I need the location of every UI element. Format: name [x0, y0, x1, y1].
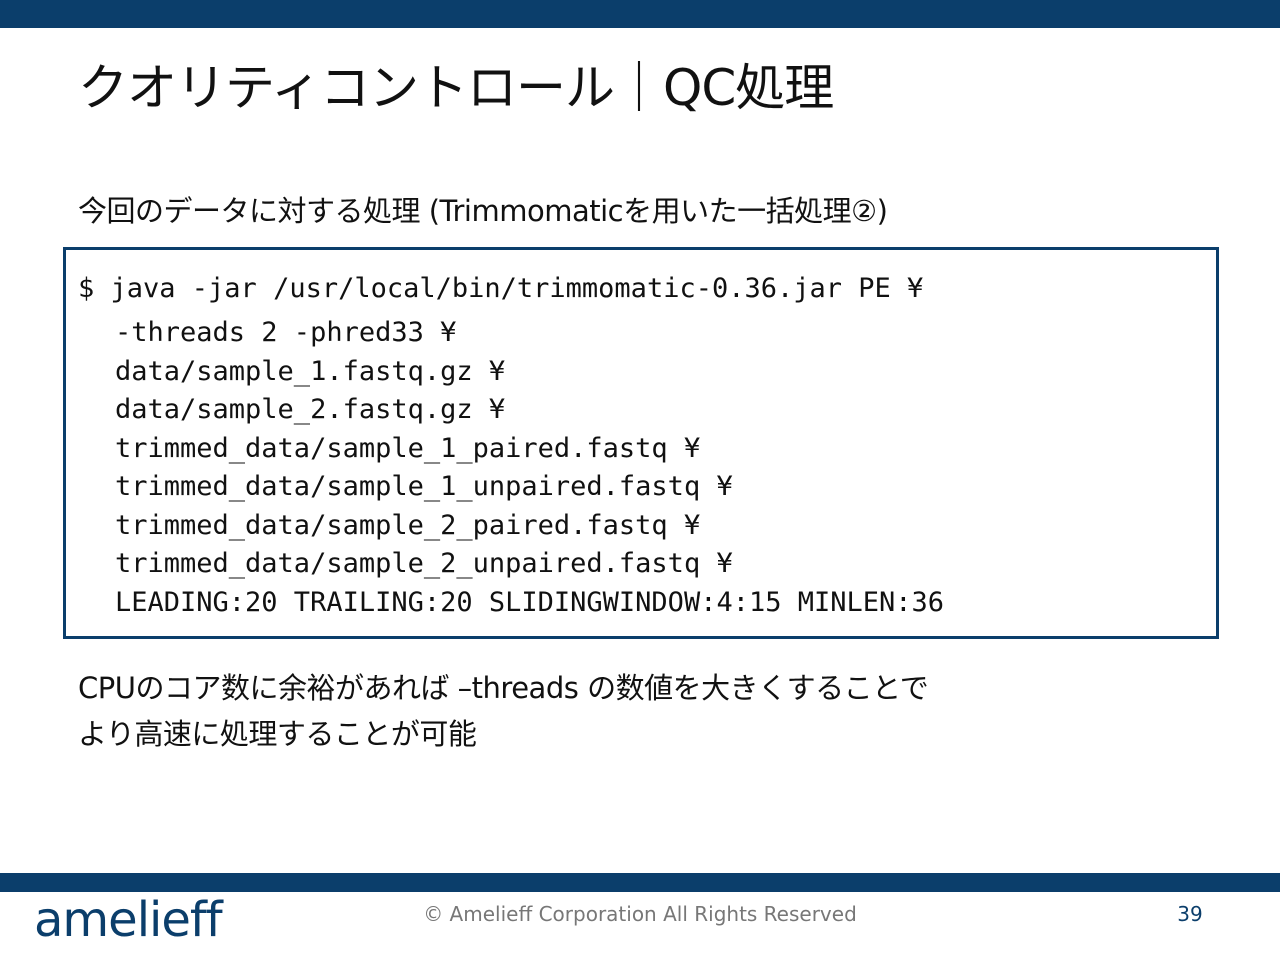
code-line: LEADING:20 TRAILING:20 SLIDINGWINDOW:4:1… [115, 587, 945, 618]
top-bar [0, 0, 1280, 28]
code-line: trimmed_data/sample_2_paired.fastq ¥ [115, 510, 701, 541]
company-logo: amelieff [34, 892, 223, 948]
code-line: trimmed_data/sample_1_unpaired.fastq ¥ [115, 471, 733, 502]
code-line: $ java -jar /usr/local/bin/trimmomatic-0… [78, 273, 924, 304]
slide-subtitle: 今回のデータに対する処理 (Trimmomaticを用いた一括処理②) [78, 194, 888, 228]
code-block: $ java -jar /usr/local/bin/trimmomatic-0… [63, 247, 1219, 639]
page-number: 39 [1177, 902, 1203, 926]
code-line: trimmed_data/sample_1_paired.fastq ¥ [115, 433, 701, 464]
copyright-text: © Amelieff Corporation All Rights Reserv… [423, 902, 857, 926]
note-text-line-1: CPUのコア数に余裕があれば –threads の数値を大きくすることで [78, 671, 929, 705]
code-line: data/sample_2.fastq.gz ¥ [115, 394, 506, 425]
code-line: data/sample_1.fastq.gz ¥ [115, 356, 506, 387]
code-line: trimmed_data/sample_2_unpaired.fastq ¥ [115, 548, 733, 579]
note-text-line-2: より高速に処理することが可能 [78, 717, 477, 751]
slide-title: クオリティコントロール｜QC処理 [78, 59, 834, 117]
code-line: -threads 2 -phred33 ¥ [115, 317, 457, 348]
